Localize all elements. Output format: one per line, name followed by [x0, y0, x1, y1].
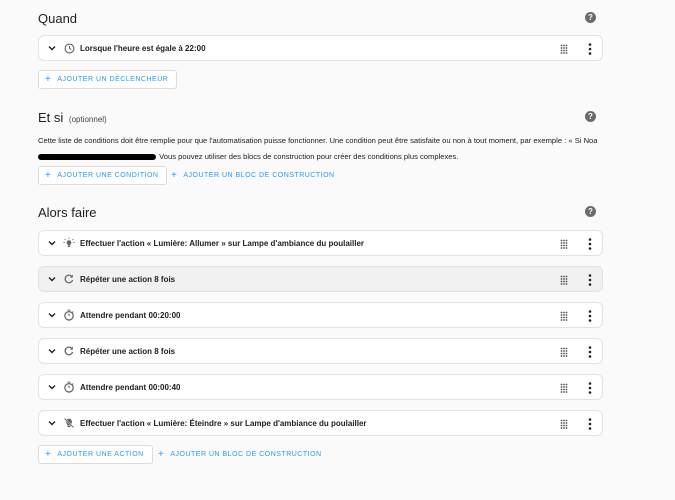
trigger-label: Lorsque l'heure est égale à 22:00 — [80, 43, 206, 53]
chevron-down-icon[interactable] — [47, 418, 57, 428]
plus-icon: + — [158, 448, 165, 460]
conditions-description: Cette liste de conditions doit être remp… — [38, 133, 613, 165]
chevron-down-icon[interactable] — [47, 310, 57, 320]
conditions-description-line1: Cette liste de conditions doit être remp… — [38, 136, 598, 145]
add-condition-label: AJOUTER UNE CONDITION — [57, 172, 159, 179]
drag-handle-icon[interactable] — [560, 383, 568, 393]
chevron-down-icon[interactable] — [47, 238, 57, 248]
drag-handle-icon[interactable] — [560, 347, 568, 357]
drag-handle-icon[interactable] — [560, 239, 568, 249]
drag-handle-icon[interactable] — [560, 311, 568, 321]
redaction-mark — [38, 154, 156, 160]
timer-icon — [63, 309, 75, 321]
action-row[interactable]: Attendre pendant 00:20:00 — [38, 302, 603, 328]
more-vert-icon[interactable] — [588, 346, 592, 358]
drag-handle-icon[interactable] — [560, 44, 568, 54]
more-vert-icon[interactable] — [588, 43, 592, 55]
add-trigger-label: AJOUTER UN DÉCLENCHEUR — [57, 76, 169, 83]
add-action-label: AJOUTER UNE ACTION — [57, 451, 144, 458]
chevron-down-icon[interactable] — [47, 346, 57, 356]
lightbulb-on-icon — [63, 237, 75, 249]
add-condition-button[interactable]: + AJOUTER UNE CONDITION — [38, 166, 168, 185]
chevron-down-icon[interactable] — [47, 274, 57, 284]
actions-section-title: Alors faire — [38, 205, 97, 220]
conditions-description-line2-wrap: Vous pouvez utiliser des blocs de constr… — [38, 149, 613, 165]
plus-icon: + — [45, 169, 52, 181]
plus-icon: + — [45, 73, 52, 85]
lightbulb-off-icon — [63, 417, 75, 429]
action-label: Répéter une action 8 fois — [80, 274, 176, 284]
add-action-block-label: AJOUTER UN BLOC DE CONSTRUCTION — [170, 451, 322, 458]
drag-handle-icon[interactable] — [560, 419, 568, 429]
conditions-optional-label: (optionnel) — [68, 115, 107, 124]
action-label: Effectuer l'action « Lumière: Allumer » … — [80, 238, 365, 248]
conditions-description-line2: Vous pouvez utiliser des blocs de constr… — [157, 152, 459, 161]
more-vert-icon[interactable] — [588, 382, 592, 394]
chevron-down-icon[interactable] — [47, 43, 57, 53]
add-condition-block-button[interactable]: + AJOUTER UN BLOC DE CONSTRUCTION — [171, 166, 335, 185]
action-row[interactable]: Effectuer l'action « Lumière: Éteindre »… — [38, 410, 603, 436]
conditions-help-icon[interactable]: ? — [585, 111, 596, 122]
more-vert-icon[interactable] — [588, 238, 592, 250]
when-section-title: Quand — [38, 11, 78, 26]
refresh-icon — [63, 345, 75, 357]
drag-handle-icon[interactable] — [560, 275, 568, 285]
actions-help-icon[interactable]: ? — [585, 206, 596, 217]
plus-icon: + — [171, 169, 178, 181]
when-help-icon[interactable]: ? — [585, 12, 596, 23]
action-row[interactable]: Répéter une action 8 fois — [38, 266, 603, 292]
action-label: Répéter une action 8 fois — [80, 346, 176, 356]
action-label: Effectuer l'action « Lumière: Éteindre »… — [80, 418, 367, 428]
add-action-block-button[interactable]: + AJOUTER UN BLOC DE CONSTRUCTION — [158, 445, 322, 464]
more-vert-icon[interactable] — [588, 418, 592, 430]
action-row[interactable]: Répéter une action 8 fois — [38, 338, 603, 364]
add-trigger-button[interactable]: + AJOUTER UN DÉCLENCHEUR — [38, 70, 178, 89]
add-action-button[interactable]: + AJOUTER UNE ACTION — [38, 445, 153, 464]
conditions-section-title: Et si (optionnel) — [38, 110, 107, 125]
add-condition-block-label: AJOUTER UN BLOC DE CONSTRUCTION — [183, 172, 335, 179]
action-row[interactable]: Effectuer l'action « Lumière: Allumer » … — [38, 230, 603, 256]
clock-icon — [63, 42, 75, 54]
action-label: Attendre pendant 00:00:40 — [80, 382, 181, 392]
timer-icon — [63, 381, 75, 393]
action-label: Attendre pendant 00:20:00 — [80, 310, 181, 320]
more-vert-icon[interactable] — [588, 274, 592, 286]
more-vert-icon[interactable] — [588, 310, 592, 322]
action-row[interactable]: Attendre pendant 00:00:40 — [38, 374, 603, 400]
trigger-row[interactable]: Lorsque l'heure est égale à 22:00 — [38, 35, 603, 61]
conditions-title-text: Et si — [38, 110, 64, 125]
chevron-down-icon[interactable] — [47, 382, 57, 392]
plus-icon: + — [45, 448, 52, 460]
refresh-icon — [63, 273, 75, 285]
